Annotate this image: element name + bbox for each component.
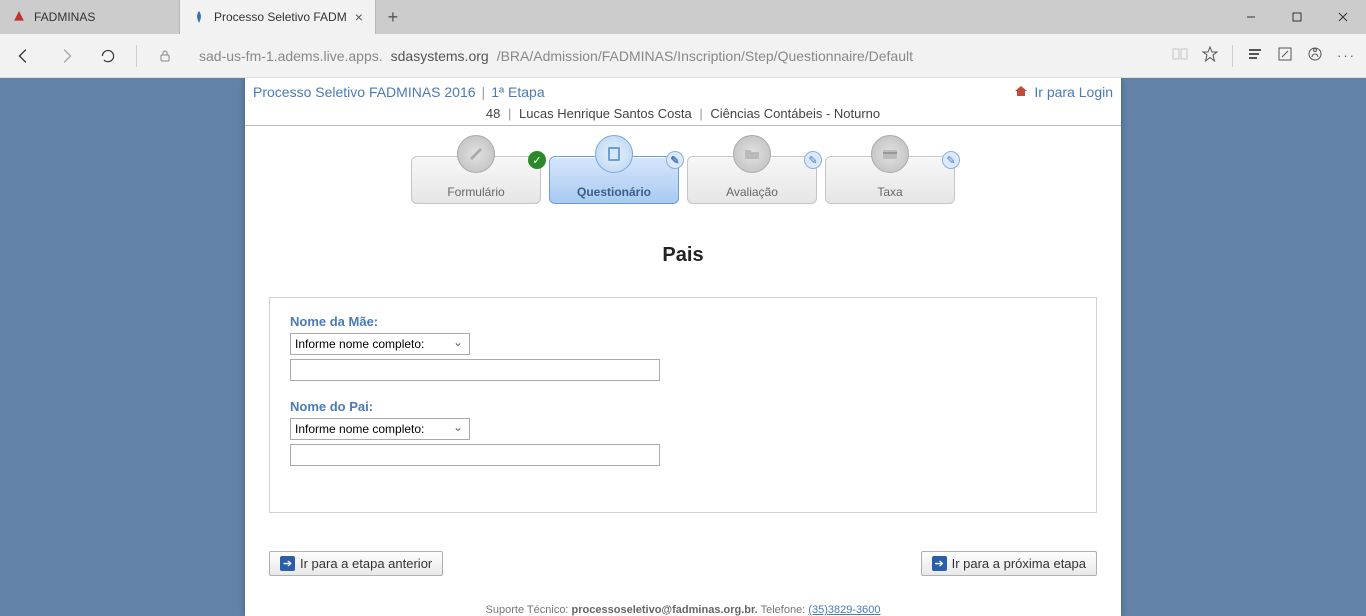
page-header: Processo Seletivo FADMINAS 2016 | 1ª Eta…	[245, 78, 1121, 104]
lock-icon	[151, 42, 179, 70]
step-form[interactable]: ✓ Formulário	[411, 156, 541, 204]
close-window-button[interactable]	[1320, 0, 1366, 34]
viewport: Processo Seletivo FADMINAS 2016 | 1ª Eta…	[0, 78, 1366, 616]
browser-titlebar: FADMINAS Processo Seletivo FADM × +	[0, 0, 1366, 34]
arrow-left-icon: ➔	[280, 556, 295, 571]
folder-icon	[733, 135, 771, 173]
input-father-name[interactable]	[290, 444, 660, 466]
student-course: Ciências Contábeis - Noturno	[710, 106, 880, 121]
select-father-value: Informe nome completo:	[295, 422, 424, 436]
star-icon[interactable]	[1202, 46, 1218, 65]
tab-title: Processo Seletivo FADM	[214, 10, 347, 24]
tab-title: FADMINAS	[34, 10, 95, 24]
input-mother-name[interactable]	[290, 359, 660, 381]
select-mother-value: Informe nome completo:	[295, 337, 424, 351]
browser-tab-active[interactable]: Processo Seletivo FADM ×	[180, 0, 376, 34]
step-fee[interactable]: ✎ Taxa	[825, 156, 955, 204]
edit-icon: ✎	[804, 151, 822, 169]
refresh-button[interactable]	[94, 42, 122, 70]
next-step-button[interactable]: ➔ Ir para a próxima etapa	[921, 551, 1097, 576]
phone-label: Telefone:	[761, 604, 809, 616]
clipboard-icon	[595, 135, 633, 173]
support-label: Suporte Técnico:	[486, 604, 572, 616]
more-icon[interactable]: ···	[1337, 48, 1356, 63]
select-mother[interactable]: Informe nome completo:	[290, 333, 470, 355]
browser-tab-inactive[interactable]: FADMINAS	[0, 0, 180, 34]
step-nav: ✓ Formulário ✎ Questionário ✎ Avaliação …	[245, 156, 1121, 204]
share-icon[interactable]	[1307, 46, 1323, 65]
window-controls	[1228, 0, 1366, 34]
url-text-prefix: sad-us-fm-1.adems.live.apps.	[199, 48, 383, 64]
pencil-form-icon	[457, 135, 495, 173]
page-container: Processo Seletivo FADMINAS 2016 | 1ª Eta…	[245, 78, 1121, 616]
home-icon	[1014, 84, 1028, 100]
forward-button[interactable]	[52, 42, 80, 70]
breadcrumb-process[interactable]: Processo Seletivo FADMINAS 2016	[253, 84, 476, 100]
toolbar-right: ···	[1172, 45, 1356, 67]
step-label: Taxa	[877, 185, 902, 199]
student-name: Lucas Henrique Santos Costa	[519, 106, 692, 121]
reading-icon[interactable]	[1172, 46, 1188, 65]
breadcrumb-sep: |	[482, 84, 486, 100]
login-link-label: Ir para Login	[1034, 84, 1113, 100]
edit-icon: ✎	[942, 151, 960, 169]
footer: Suporte Técnico: processoseletivo@fadmin…	[245, 602, 1121, 616]
student-id: 48	[486, 106, 500, 121]
next-step-label: Ir para a próxima etapa	[952, 556, 1086, 571]
minimize-button[interactable]	[1228, 0, 1274, 34]
prev-step-button[interactable]: ➔ Ir para a etapa anterior	[269, 551, 443, 576]
card-icon	[871, 135, 909, 173]
new-tab-button[interactable]: +	[376, 0, 410, 34]
student-info: 48 | Lucas Henrique Santos Costa | Ciênc…	[245, 104, 1121, 126]
login-link[interactable]: Ir para Login	[1014, 84, 1113, 100]
step-label: Questionário	[577, 185, 651, 199]
step-evaluation[interactable]: ✎ Avaliação	[687, 156, 817, 204]
select-father[interactable]: Informe nome completo:	[290, 418, 470, 440]
field-mother: Nome da Mãe: Informe nome completo:	[290, 314, 1076, 381]
tab-favicon	[192, 10, 206, 24]
note-icon[interactable]	[1277, 46, 1293, 65]
section-title: Pais	[245, 244, 1121, 267]
divider	[136, 45, 137, 67]
back-button[interactable]	[10, 42, 38, 70]
field-father: Nome do Pai: Informe nome completo:	[290, 399, 1076, 466]
arrow-right-icon: ➔	[932, 556, 947, 571]
breadcrumb-stage[interactable]: 1ª Etapa	[491, 84, 544, 100]
form-parents: Nome da Mãe: Informe nome completo: Nome…	[269, 297, 1097, 513]
browser-toolbar: sad-us-fm-1.adems.live.apps. sdasystems.o…	[0, 34, 1366, 78]
maximize-button[interactable]	[1274, 0, 1320, 34]
check-icon: ✓	[528, 151, 546, 169]
edit-icon: ✎	[666, 151, 684, 169]
tab-favicon	[12, 10, 26, 24]
label-mother: Nome da Mãe:	[290, 314, 1076, 329]
support-email: processoseletivo@fadminas.org.br.	[572, 604, 758, 616]
bottom-nav: ➔ Ir para a etapa anterior ➔ Ir para a p…	[269, 551, 1097, 576]
step-label: Avaliação	[726, 185, 778, 199]
divider	[1232, 45, 1233, 67]
label-father: Nome do Pai:	[290, 399, 1076, 414]
prev-step-label: Ir para a etapa anterior	[300, 556, 432, 571]
url-text-domain: sdasystems.org	[391, 48, 489, 64]
close-icon[interactable]: ×	[355, 9, 363, 25]
url-bar[interactable]: sad-us-fm-1.adems.live.apps. sdasystems.o…	[193, 48, 1158, 64]
step-label: Formulário	[447, 185, 504, 199]
step-questionnaire[interactable]: ✎ Questionário	[549, 156, 679, 204]
hub-icon[interactable]	[1247, 46, 1263, 65]
url-text-path: /BRA/Admission/FADMINAS/Inscription/Step…	[497, 48, 913, 64]
support-phone[interactable]: (35)3829-3600	[808, 604, 880, 616]
